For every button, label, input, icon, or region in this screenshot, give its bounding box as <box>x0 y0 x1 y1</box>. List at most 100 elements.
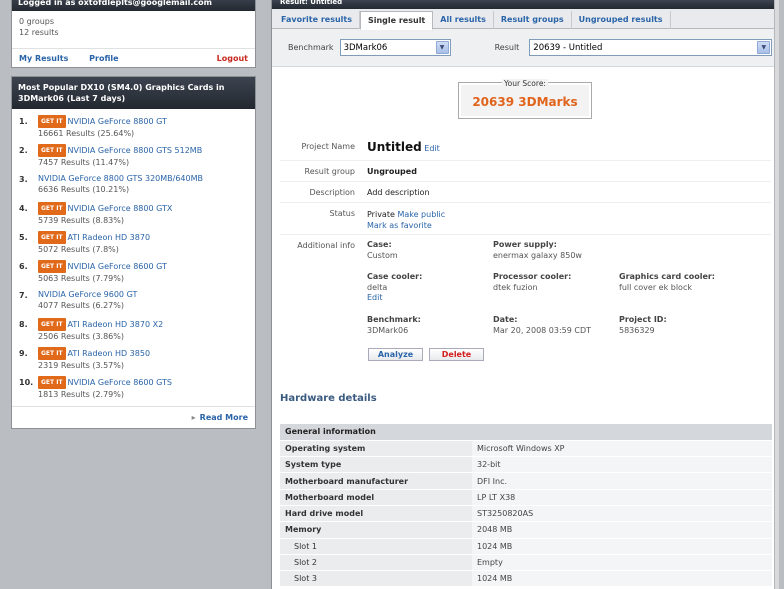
benchmark-select[interactable]: 3DMark06 ▼ <box>339 39 451 56</box>
make-public-link[interactable]: Make public <box>397 210 445 219</box>
hardware-key: Slot 1 <box>280 538 472 555</box>
card-name-link[interactable]: NVIDIA GeForce 8600 GT <box>68 262 167 271</box>
project-id-info: Project ID: 5836329 <box>619 315 667 335</box>
tab-single-result[interactable]: Single result <box>359 11 434 30</box>
read-more-link[interactable]: ▸ Read More <box>12 406 255 428</box>
hardware-key: Motherboard model <box>280 489 472 506</box>
hardware-value: LP LT X38 <box>472 489 772 506</box>
arrow-icon: ▸ <box>191 413 196 422</box>
list-item: 1. GET IT NVIDIA GeForce 8800 GT 16661 Resu… <box>19 115 248 144</box>
profile-link[interactable]: Profile <box>89 54 118 63</box>
edit-additional-info-link[interactable]: Edit <box>367 293 422 304</box>
graphics-cooler-info: Graphics card cooler: full cover ek block <box>619 272 716 292</box>
tab-all-results[interactable]: All results <box>433 11 494 29</box>
card-name-link[interactable]: NVIDIA GeForce 8800 GTS 512MB <box>68 146 203 155</box>
result-window-title: Result: Untitled <box>272 0 779 9</box>
tab-ungrouped-results[interactable]: Ungrouped results <box>572 11 671 29</box>
card-name-link[interactable]: ATI Radeon HD 3870 X2 <box>68 320 164 329</box>
hardware-value: 1024 MB <box>472 570 772 588</box>
filters-bar: Benchmark 3DMark06 ▼ Result 20639 - Unti… <box>272 29 779 67</box>
tab-result-groups[interactable]: Result groups <box>494 11 572 29</box>
date-info: Date: Mar 20, 2008 03:59 CDT <box>493 315 592 335</box>
popular-cards-title: Most Popular DX10 (SM4.0) Graphics Cards… <box>12 77 255 109</box>
hardware-key: Memory <box>280 521 472 539</box>
hardware-value: Microsoft Windows XP <box>472 440 772 458</box>
edit-project-name-link[interactable]: Edit <box>424 144 440 153</box>
hardware-value: Empty <box>472 554 772 572</box>
result-tabs: Favorite results Single result All results… <box>272 9 779 30</box>
description-row: Description Add description <box>280 182 771 203</box>
status-row: Status Private Make public Mark as favor… <box>280 203 771 235</box>
card-name-link[interactable]: ATI Radeon HD 3850 <box>68 349 151 358</box>
rank-number: 8. <box>19 320 28 329</box>
power-supply-info: Power supply: enermax galaxy 850w <box>493 240 582 260</box>
card-name-link[interactable]: NVIDIA GeForce 9600 GT <box>38 290 137 299</box>
get-it-button[interactable]: GET IT <box>38 144 66 157</box>
get-it-button[interactable]: GET IT <box>38 260 66 273</box>
additional-info-label: Additional info <box>297 241 355 250</box>
hardware-key: Slot 3 <box>280 570 472 588</box>
project-name: Untitled <box>367 140 422 154</box>
chevron-down-icon[interactable]: ▼ <box>757 41 771 54</box>
add-description-link[interactable]: Add description <box>367 188 430 197</box>
card-result-count: 7457 Results (11.47%) <box>38 158 130 167</box>
mark-favorite-link[interactable]: Mark as favorite <box>367 221 432 230</box>
card-name-link[interactable]: NVIDIA GeForce 8800 GT <box>68 117 167 126</box>
score-value: 20639 3DMarks <box>472 95 578 109</box>
rank-number: 2. <box>19 146 28 155</box>
scrollbar[interactable] <box>774 0 779 589</box>
chevron-down-icon[interactable]: ▼ <box>435 41 449 54</box>
result-select[interactable]: 20639 - Untitled ▼ <box>529 39 773 56</box>
hardware-key: System type <box>280 456 472 474</box>
popular-cards-box: Most Popular DX10 (SM4.0) Graphics Cards… <box>11 76 256 429</box>
left-sidebar: Logged in as oxtofdleplts@googlemail.com… <box>0 0 266 589</box>
result-panel: Result: Untitled Favorite results Single … <box>271 0 779 589</box>
status-value: Private <box>367 210 395 219</box>
popular-cards-list: 1. GET IT NVIDIA GeForce 8800 GT 16661 Resu… <box>12 109 255 405</box>
description-label: Description <box>309 188 355 197</box>
tab-favorite-results[interactable]: Favorite results <box>274 11 360 29</box>
get-it-button[interactable]: GET IT <box>38 347 66 360</box>
table-row: Motherboard model LP LT X38 <box>280 489 772 506</box>
project-name-row: Project Name Untitled Edit <box>280 137 771 161</box>
result-group-value: Ungrouped <box>367 167 417 176</box>
results-count: 12 results <box>19 28 59 37</box>
get-it-button[interactable]: GET IT <box>38 115 66 128</box>
card-result-count: 5072 Results (7.8%) <box>38 245 119 254</box>
list-item: 2. GET IT NVIDIA GeForce 8800 GTS 512MB 745… <box>19 144 248 173</box>
table-row: Slot 3 1024 MB <box>280 570 772 588</box>
card-name-link[interactable]: ATI Radeon HD 3870 <box>68 233 151 242</box>
hardware-value: 32-bit <box>472 456 772 474</box>
hardware-table: General information Operating system Micr… <box>280 424 772 588</box>
result-group-label: Result group <box>304 167 356 176</box>
my-results-link[interactable]: My Results <box>19 54 68 63</box>
table-row: Slot 1 1024 MB <box>280 538 772 555</box>
rank-number: 9. <box>19 349 28 358</box>
list-item: 9. GET IT ATI Radeon HD 3850 2319 Results (… <box>19 347 248 376</box>
card-name-link[interactable]: NVIDIA GeForce 8600 GTS <box>68 378 172 387</box>
case-cooler-info: Case cooler: delta Edit <box>367 272 423 304</box>
table-row: Slot 2 Empty <box>280 554 772 572</box>
table-row: Hard drive model ST3250820AS <box>280 505 772 523</box>
result-label: Result <box>494 43 520 52</box>
list-item: 10. GET IT NVIDIA GeForce 8600 GTS 1813 Res… <box>19 376 248 405</box>
get-it-button[interactable]: GET IT <box>38 202 66 215</box>
benchmark-info: Benchmark: 3DMark06 <box>367 315 421 335</box>
analyze-button[interactable]: Analyze <box>368 348 423 361</box>
rank-number: 4. <box>19 204 28 213</box>
score-box: Your Score: 20639 3DMarks <box>458 79 592 119</box>
rank-number: 10. <box>19 378 34 387</box>
delete-button[interactable]: Delete <box>429 348 484 361</box>
list-item: 3. NVIDIA GeForce 8800 GTS 320MB/640MB 663… <box>19 173 248 202</box>
get-it-button[interactable]: GET IT <box>38 318 66 331</box>
benchmark-label: Benchmark <box>288 43 334 52</box>
list-item: 6. GET IT NVIDIA GeForce 8600 GT 5063 Resul… <box>19 260 248 289</box>
get-it-button[interactable]: GET IT <box>38 376 66 389</box>
rank-number: 3. <box>19 175 28 184</box>
logout-link[interactable]: Logout <box>217 54 248 63</box>
hardware-value: 2048 MB <box>472 521 772 539</box>
card-name-link[interactable]: NVIDIA GeForce 8800 GTX <box>68 204 173 213</box>
hardware-key: Operating system <box>280 440 472 458</box>
get-it-button[interactable]: GET IT <box>38 231 66 244</box>
card-name-link[interactable]: NVIDIA GeForce 8800 GTS 320MB/640MB <box>38 174 203 183</box>
